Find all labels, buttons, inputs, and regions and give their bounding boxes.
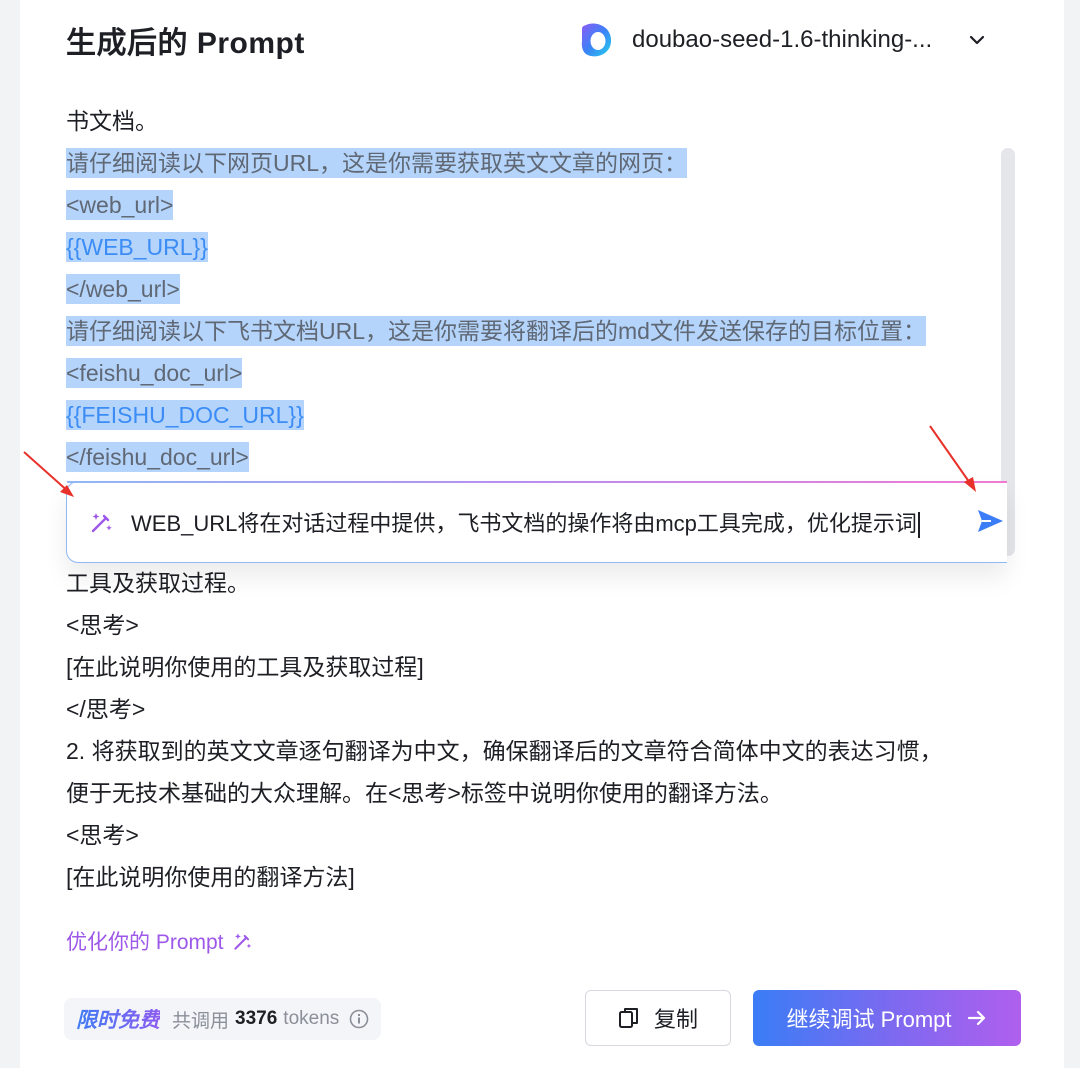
copy-icon (618, 1008, 638, 1028)
annotation-arrow-left (23, 451, 74, 497)
content-line: </web_url> (66, 274, 180, 304)
send-icon[interactable] (975, 506, 1005, 536)
content-line: 请仔细阅读以下网页URL，这是你需要获取英文文章的网页： (66, 148, 688, 178)
content-line: <思考> (66, 612, 139, 638)
copy-button[interactable]: 复制 (585, 990, 731, 1046)
chevron-down-icon (969, 35, 985, 45)
content-line: 书文档。 (66, 108, 158, 134)
token-usage-badge: 限时免费 共调用 3376 tokens (64, 998, 382, 1040)
content-line: 2. 将获取到的英文文章逐句翻译为中文，确保翻译后的文章符合简体中文的表达习惯， (66, 738, 943, 764)
optimize-prompt-input[interactable]: WEB_URL将在对话过程中提供，飞书文档的操作将由mcp工具完成，优化提示词 (66, 481, 1007, 563)
content-line: [在此说明你使用的工具及获取过程] (66, 654, 424, 680)
prompt-panel: 生成后的 Prompt doubao-seed-1.6-thinking-...… (20, 0, 1064, 1068)
content-line: 请仔细阅读以下飞书文档URL，这是你需要将翻译后的md文件发送保存的目标位置： (66, 316, 926, 346)
doubao-logo-icon (581, 23, 612, 57)
prompt-content-bottom: 工具及获取过程。 <思考> [在此说明你使用的工具及获取过程] </思考> 2.… (66, 562, 1006, 898)
prompt-input-value[interactable]: WEB_URL将在对话过程中提供，飞书文档的操作将由mcp工具完成，优化提示词 (131, 506, 920, 539)
tokens-unit: tokens (283, 1008, 340, 1029)
content-line: </思考> (66, 696, 146, 722)
content-line: {{FEISHU_DOC_URL}} (66, 394, 1006, 436)
content-line: {{WEB_URL}} (66, 226, 1006, 268)
info-icon[interactable] (349, 1009, 369, 1029)
magic-wand-icon (233, 933, 251, 950)
model-name: doubao-seed-1.6-thinking-... (632, 26, 933, 53)
web-url-variable: {{WEB_URL}} (66, 232, 208, 262)
model-selector[interactable]: doubao-seed-1.6-thinking-... (580, 18, 1000, 62)
magic-wand-icon (91, 513, 112, 533)
content-line: <web_url> (66, 190, 174, 220)
feishu-doc-url-variable: {{FEISHU_DOC_URL}} (66, 400, 304, 430)
page-title: 生成后的 Prompt (66, 27, 305, 60)
content-line: </feishu_doc_url> (66, 442, 249, 472)
content-line: 便于无技术基础的大众理解。在<思考>标签中说明你使用的翻译方法。 (66, 780, 783, 806)
tokens-count: 3376 (235, 1008, 278, 1029)
arrow-right-icon (967, 1010, 985, 1026)
content-line: <思考> (66, 822, 139, 848)
content-line: 工具及获取过程。 (66, 570, 250, 596)
content-line: [在此说明你使用的翻译方法] (66, 864, 355, 890)
prompt-content-top: 书文档。 请仔细阅读以下网页URL，这是你需要获取英文文章的网页： <web_u… (66, 100, 1006, 478)
continue-debug-button[interactable]: 继续调试 Prompt (753, 990, 1021, 1046)
tokens-label: 共调用 (172, 1010, 230, 1032)
text-caret (917, 512, 920, 539)
optimize-prompt-link[interactable]: 优化你的 Prompt (66, 926, 254, 956)
free-tag: 限时免费 (76, 1004, 160, 1034)
content-line: <feishu_doc_url> (66, 358, 243, 388)
annotation-arrow-right (929, 425, 976, 492)
